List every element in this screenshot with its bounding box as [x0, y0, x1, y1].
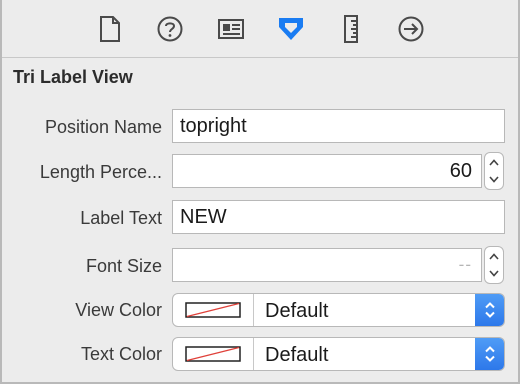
position-name-field[interactable]: topright: [172, 109, 505, 143]
text-color-swatch[interactable]: [173, 338, 254, 370]
font-size-stepper[interactable]: [484, 246, 504, 284]
position-name-label: Position Name: [44, 117, 162, 137]
chevron-up-down-icon[interactable]: [475, 338, 504, 370]
stepper-up-icon[interactable]: [489, 248, 499, 265]
length-percent-field[interactable]: 60: [172, 154, 482, 188]
identity-icon[interactable]: [216, 14, 246, 44]
size-ruler-icon[interactable]: [336, 14, 366, 44]
stepper-down-icon[interactable]: [489, 265, 499, 282]
file-icon[interactable]: [95, 14, 125, 44]
stepper-down-icon[interactable]: [489, 171, 499, 188]
view-color-label: View Color: [75, 300, 162, 320]
label-text-label: Label Text: [80, 208, 162, 228]
label-text-field[interactable]: NEW: [172, 200, 505, 234]
font-size-label: Font Size: [85, 256, 162, 276]
help-icon[interactable]: [155, 14, 185, 44]
view-color-popup[interactable]: Default: [172, 293, 505, 327]
stepper-up-icon[interactable]: [489, 154, 499, 171]
view-color-swatch[interactable]: [173, 294, 254, 326]
length-percent-stepper[interactable]: [484, 152, 504, 190]
length-percent-label: Length Perce...: [39, 162, 162, 182]
chevron-up-down-icon[interactable]: [475, 294, 504, 326]
view-color-value: Default: [265, 300, 329, 322]
text-color-label: Text Color: [80, 344, 162, 364]
text-color-value: Default: [265, 344, 329, 366]
inspector-toolbar: [2, 0, 518, 58]
text-color-popup[interactable]: Default: [172, 337, 505, 371]
section-title: Tri Label View: [13, 67, 133, 87]
connections-icon[interactable]: [396, 14, 426, 44]
attributes-icon[interactable]: [276, 14, 306, 44]
font-size-field[interactable]: --: [172, 248, 482, 282]
